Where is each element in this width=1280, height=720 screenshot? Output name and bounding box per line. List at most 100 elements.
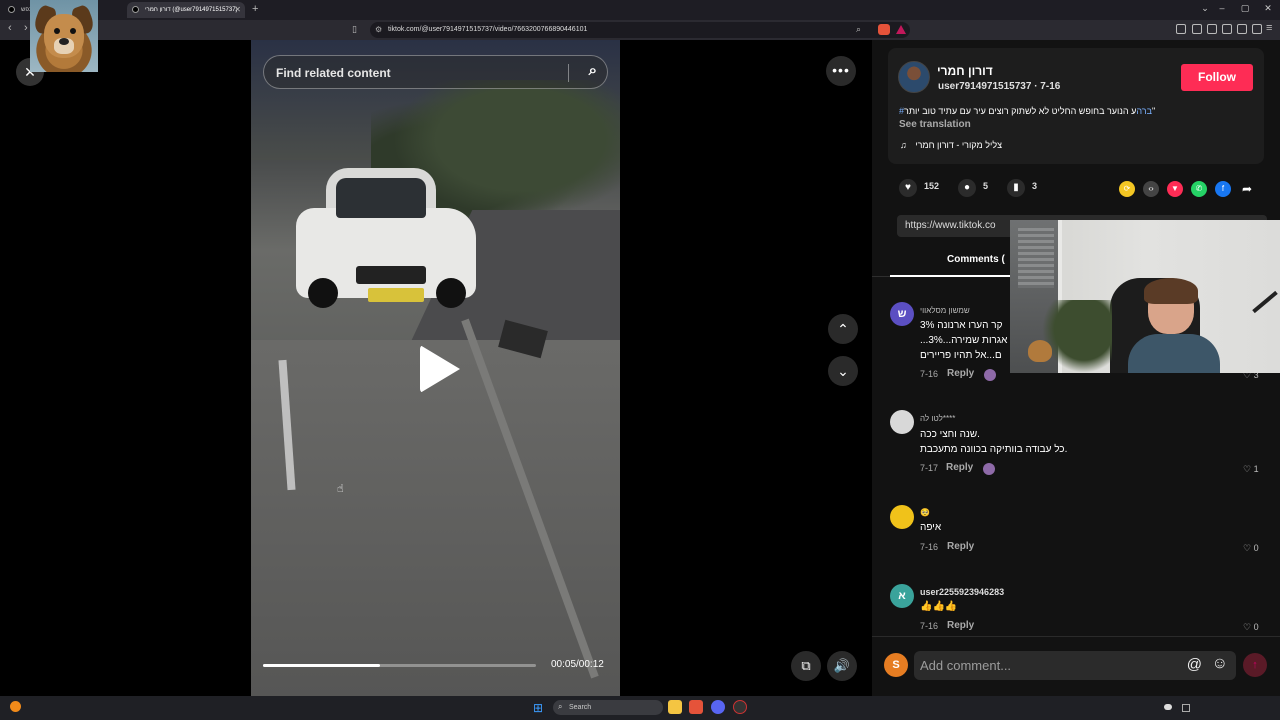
maximize-button[interactable]: ▢: [1235, 3, 1255, 14]
save-button[interactable]: ▮: [1007, 179, 1025, 197]
comment-text: שנה וחצי ככה. כל עבודה בוותיקה בכוונה מת…: [920, 427, 1067, 457]
leo-icon[interactable]: [1237, 24, 1247, 34]
chevron-down-icon: ⌄: [837, 363, 849, 379]
comment-avatar[interactable]: [890, 410, 914, 434]
site-settings-icon[interactable]: ⚙: [375, 25, 382, 34]
bookmark-page-icon[interactable]: ▯: [352, 24, 357, 35]
zoom-icon[interactable]: ⌕: [856, 24, 861, 35]
related-search-input[interactable]: Find related content ⌕: [263, 55, 608, 89]
wallet-icon[interactable]: [1222, 24, 1232, 34]
comment-like-button[interactable]: ♡ 0: [1243, 622, 1259, 633]
heart-outline-icon: ♡: [1243, 622, 1254, 632]
comment-line: ...3%...אגרות שמירה: [920, 335, 1008, 346]
windows-start-icon[interactable]: ⊞: [533, 701, 543, 715]
post-comment-button[interactable]: ↑: [1243, 653, 1267, 677]
webcam-overlay: [1010, 220, 1280, 373]
play-icon[interactable]: [420, 345, 460, 393]
mention-icon[interactable]: @: [1187, 656, 1202, 673]
tiktok-icon: [132, 6, 139, 13]
comment-like-count: 0: [1253, 622, 1259, 632]
comment-avatar[interactable]: א: [890, 584, 914, 608]
send-icon: ↑: [1252, 659, 1258, 671]
comment-like-button[interactable]: ♡ 1: [1243, 464, 1259, 475]
search-icon[interactable]: ⌕: [589, 62, 597, 79]
close-tab-icon[interactable]: ✕: [234, 5, 241, 14]
emoji-icon[interactable]: ☺: [1212, 655, 1228, 673]
tab-comments[interactable]: Comments (: [947, 254, 1005, 265]
reply-button[interactable]: Reply: [947, 368, 974, 379]
vpn-icon[interactable]: [1252, 24, 1262, 34]
obs-icon[interactable]: [733, 700, 747, 714]
comment-line: 👍👍👍: [920, 601, 958, 612]
reply-button[interactable]: Reply: [946, 462, 973, 473]
heart-outline-icon: ♡: [1243, 464, 1254, 474]
system-tray-icon[interactable]: [1182, 704, 1190, 712]
browser-tab-active[interactable]: דורון חמרי (@user7914971515737) ✕: [127, 2, 245, 18]
add-comment-input[interactable]: Add comment... @ ☺: [914, 651, 1236, 680]
author-name[interactable]: דורון חמרי: [937, 64, 993, 78]
comment-date: 7-16: [920, 621, 939, 631]
follow-button[interactable]: Follow: [1181, 64, 1253, 91]
brave-rewards-icon[interactable]: [896, 25, 906, 34]
see-translation-link[interactable]: See translation: [899, 119, 971, 130]
brave-browser-icon[interactable]: [689, 700, 703, 714]
taskbar-search-placeholder: Search: [569, 704, 592, 711]
comment-date: 7-16: [920, 542, 939, 552]
music-link[interactable]: ♫ צליל מקורי - דורון חמרי: [900, 140, 1002, 150]
search-divider: [568, 64, 569, 82]
floating-player-button[interactable]: ⧉: [791, 651, 821, 681]
comment-avatar[interactable]: ש: [890, 302, 914, 326]
send-to-friends-icon[interactable]: ▼: [1167, 181, 1183, 197]
comment-line: ם...אל תהיו פריירים: [920, 350, 1002, 361]
progress-fill: [263, 664, 381, 667]
whatsapp-icon[interactable]: ✆: [1191, 181, 1207, 197]
author-avatar[interactable]: [898, 61, 930, 93]
tiktok-icon: [8, 6, 15, 13]
comment-author[interactable]: user2255923946283: [920, 587, 1004, 597]
file-explorer-icon[interactable]: [668, 700, 682, 714]
webcam-lamp: [1028, 340, 1052, 362]
url-text: tiktok.com/@user7914971515737/video/7663…: [388, 26, 588, 33]
reply-button[interactable]: Reply: [947, 541, 974, 552]
repost-icon[interactable]: ⟳: [1119, 181, 1135, 197]
comment-avatar[interactable]: [890, 505, 914, 529]
share-icon[interactable]: ➦: [1239, 181, 1255, 197]
music-extension-icon[interactable]: [1192, 24, 1202, 34]
previous-video-button[interactable]: ⌃: [828, 314, 858, 344]
caption-text: ע הנוער בחופש החליט לא לשתוק רוצים עיר ע…: [904, 106, 1156, 116]
minimize-button[interactable]: –: [1212, 3, 1232, 13]
mouse-cursor-icon: ☝: [337, 483, 344, 495]
volume-button[interactable]: 🔊: [827, 651, 857, 681]
back-button[interactable]: ‹: [8, 22, 12, 34]
comment-button[interactable]: ●: [958, 179, 976, 197]
window-close-button[interactable]: ✕: [1258, 3, 1278, 14]
more-options-button[interactable]: •••: [826, 56, 856, 86]
next-video-button[interactable]: ⌄: [828, 356, 858, 386]
discord-icon[interactable]: [711, 700, 725, 714]
volume-icon: 🔊: [833, 658, 851, 673]
comment-author[interactable]: לטו לה****: [920, 414, 955, 423]
bookmark-icon: ▮: [1013, 182, 1019, 193]
music-title: צליל מקורי - דורון חמרי: [915, 140, 1002, 150]
webcam-mic-arm: [1252, 290, 1278, 314]
url-bar[interactable]: ⚙ tiktok.com/@user7914971515737/video/76…: [370, 22, 910, 38]
video-progress-bar[interactable]: [263, 664, 536, 667]
embed-icon[interactable]: ‹›: [1143, 181, 1159, 197]
sidebar-icon[interactable]: [1207, 24, 1217, 34]
my-avatar[interactable]: S: [884, 653, 908, 677]
comment-like-button[interactable]: ♡ 0: [1243, 543, 1259, 554]
comment-author[interactable]: שמשון מסלאווי: [920, 306, 970, 315]
weather-widget-icon[interactable]: [10, 701, 21, 712]
brave-shields-icon[interactable]: [878, 24, 890, 35]
extensions-icon[interactable]: [1176, 24, 1186, 34]
taskbar-search[interactable]: ⌕ Search: [553, 700, 663, 715]
reply-button[interactable]: Reply: [947, 620, 974, 631]
facebook-icon[interactable]: f: [1215, 181, 1231, 197]
cloud-icon[interactable]: [1164, 704, 1172, 710]
new-tab-button[interactable]: +: [252, 3, 258, 15]
like-button[interactable]: ♥: [899, 179, 917, 197]
comment-text: 👍👍👍: [920, 599, 957, 614]
menu-icon[interactable]: ≡: [1266, 22, 1272, 34]
forward-button[interactable]: ›: [24, 22, 28, 34]
comment-author[interactable]: 🥺: [920, 508, 930, 517]
